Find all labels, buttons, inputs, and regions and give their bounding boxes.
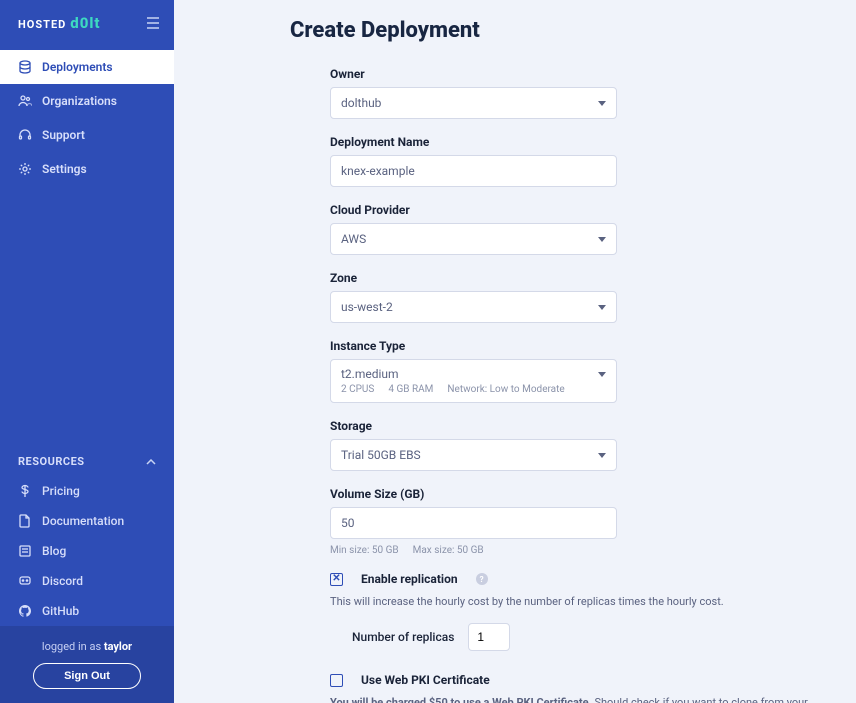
- sidebar-header: HOSTED d0lt: [0, 0, 174, 46]
- sidebar-footer: logged in as taylor Sign Out: [0, 626, 174, 703]
- provider-select[interactable]: AWS: [330, 223, 617, 255]
- resource-label: Documentation: [42, 514, 124, 528]
- field-instance-type: Instance Type t2.medium 2 CPUS 4 GB RAM …: [330, 339, 820, 403]
- volume-min: Min size: 50 GB: [330, 545, 399, 556]
- instance-label: Instance Type: [330, 339, 820, 353]
- resource-github[interactable]: GitHub: [0, 596, 174, 626]
- field-owner: Owner dolthub: [330, 67, 820, 119]
- login-status: logged in as taylor: [14, 640, 160, 653]
- field-storage: Storage Trial 50GB EBS: [330, 419, 820, 471]
- section-replication: Enable replication ? This will increase …: [330, 572, 820, 651]
- provider-value: AWS: [341, 232, 366, 246]
- instance-value: t2.medium: [341, 367, 399, 381]
- name-label: Deployment Name: [330, 135, 820, 149]
- storage-value: Trial 50GB EBS: [341, 448, 421, 462]
- instance-cpus: 2 CPUS: [341, 384, 374, 395]
- field-cloud-provider: Cloud Provider AWS: [330, 203, 820, 255]
- owner-label: Owner: [330, 67, 820, 81]
- nav-settings[interactable]: Settings: [0, 152, 174, 186]
- resource-documentation[interactable]: Documentation: [0, 506, 174, 536]
- page-title: Create Deployment: [290, 18, 820, 43]
- hamburger-icon[interactable]: [146, 17, 160, 29]
- blog-icon: [18, 544, 32, 558]
- zone-select[interactable]: us-west-2: [330, 291, 617, 323]
- nav-deployments[interactable]: Deployments: [0, 50, 174, 84]
- logged-in-prefix: logged in as: [42, 640, 104, 653]
- logo-dolt: d0lt: [70, 14, 100, 32]
- zone-label: Zone: [330, 271, 820, 285]
- headphones-icon: [18, 128, 32, 142]
- resource-blog[interactable]: Blog: [0, 536, 174, 566]
- doc-icon: [18, 514, 32, 528]
- nav-label: Deployments: [42, 60, 113, 74]
- username: taylor: [104, 640, 132, 653]
- replication-checkbox[interactable]: [330, 573, 343, 586]
- gear-icon: [18, 162, 32, 176]
- resource-label: Discord: [42, 574, 83, 588]
- owner-value: dolthub: [341, 96, 381, 110]
- webpki-checkbox[interactable]: [330, 674, 343, 687]
- caret-down-icon: [598, 372, 606, 377]
- resources-header[interactable]: RESOURCES: [0, 447, 174, 476]
- resource-label: Pricing: [42, 484, 80, 498]
- provider-label: Cloud Provider: [330, 203, 820, 217]
- discord-icon: [18, 574, 32, 588]
- resource-pricing[interactable]: Pricing: [0, 476, 174, 506]
- main-nav: Deployments Organizations Support Settin…: [0, 50, 174, 186]
- webpki-note-bold: You will be charged $50 to use a Web PKI…: [330, 696, 592, 703]
- replication-label: Enable replication: [361, 572, 458, 586]
- replicas-label: Number of replicas: [352, 630, 454, 644]
- caret-down-icon: [598, 237, 606, 242]
- github-icon: [18, 604, 32, 618]
- webpki-label: Use Web PKI Certificate: [361, 673, 490, 687]
- name-input[interactable]: [330, 155, 617, 187]
- resource-label: Blog: [42, 544, 66, 558]
- volume-label: Volume Size (GB): [330, 487, 820, 501]
- caret-down-icon: [598, 101, 606, 106]
- nav-label: Settings: [42, 162, 87, 176]
- field-deployment-name: Deployment Name: [330, 135, 820, 187]
- main-content: Create Deployment Owner dolthub Deployme…: [174, 0, 856, 703]
- nav-organizations[interactable]: Organizations: [0, 84, 174, 118]
- nav-support[interactable]: Support: [0, 118, 174, 152]
- resources-title: RESOURCES: [18, 455, 85, 468]
- caret-down-icon: [598, 305, 606, 310]
- section-webpki: Use Web PKI Certificate You will be char…: [330, 673, 820, 703]
- volume-max: Max size: 50 GB: [413, 545, 484, 556]
- logo[interactable]: HOSTED d0lt: [18, 14, 101, 32]
- instance-ram: 4 GB RAM: [388, 384, 433, 395]
- field-zone: Zone us-west-2: [330, 271, 820, 323]
- caret-down-icon: [598, 453, 606, 458]
- replication-note: This will increase the hourly cost by th…: [330, 594, 820, 609]
- nav-label: Support: [42, 128, 85, 142]
- owner-select[interactable]: dolthub: [330, 87, 617, 119]
- resources-list: Pricing Documentation Blog Discord GitHu…: [0, 476, 174, 626]
- users-icon: [18, 94, 32, 108]
- webpki-note: You will be charged $50 to use a Web PKI…: [330, 695, 820, 703]
- storage-label: Storage: [330, 419, 820, 433]
- nav-label: Organizations: [42, 94, 117, 108]
- zone-value: us-west-2: [341, 300, 393, 314]
- resource-label: GitHub: [42, 604, 79, 618]
- dollar-icon: [18, 484, 32, 498]
- database-icon: [18, 60, 32, 74]
- field-volume: Volume Size (GB) Min size: 50 GB Max siz…: [330, 487, 820, 556]
- logo-hosted: HOSTED: [18, 18, 66, 31]
- instance-network: Network: Low to Moderate: [447, 384, 564, 395]
- resource-discord[interactable]: Discord: [0, 566, 174, 596]
- storage-select[interactable]: Trial 50GB EBS: [330, 439, 617, 471]
- replicas-input[interactable]: [468, 623, 510, 651]
- instance-select[interactable]: t2.medium 2 CPUS 4 GB RAM Network: Low t…: [330, 359, 617, 403]
- info-icon[interactable]: ?: [476, 573, 488, 585]
- sidebar: HOSTED d0lt Deployments Organizations Su…: [0, 0, 174, 703]
- signout-button[interactable]: Sign Out: [33, 663, 141, 689]
- chevron-up-icon: [146, 455, 156, 468]
- volume-input[interactable]: [330, 507, 617, 539]
